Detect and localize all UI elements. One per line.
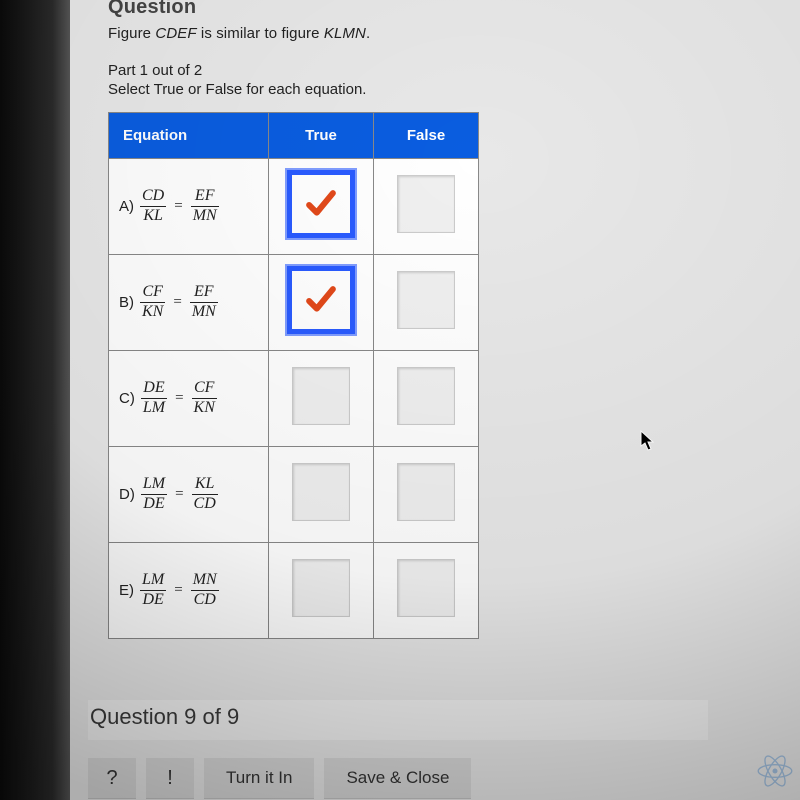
true-option[interactable] [292,559,350,617]
row-label: E) [119,582,134,599]
fraction: CFKN [192,380,217,417]
footer-buttons: ? ! Turn it In Save & Close [88,758,708,798]
false-option[interactable] [397,463,455,521]
prompt-text: Figure [108,25,155,42]
question-heading: Question [108,0,698,23]
question-counter: Question 9 of 9 [88,700,708,740]
equation-cell: A) CDKL = EFMN [109,159,269,255]
checkmark-icon [304,282,338,316]
false-option[interactable] [397,559,455,617]
fraction: MNCD [191,572,219,609]
equation-cell: D) LMDE = KLCD [109,447,269,543]
part-label: Part 1 out of 2 [108,62,698,79]
true-option[interactable] [292,175,350,233]
row-label: D) [119,486,135,503]
fraction: LMDE [140,572,166,609]
equals-sign: = [174,198,182,215]
true-cell [269,543,374,639]
false-cell [374,351,479,447]
true-cell [269,351,374,447]
row-label: A) [119,198,134,215]
fraction: LMDE [141,476,167,513]
false-cell [374,543,479,639]
true-option[interactable] [292,367,350,425]
true-cell [269,159,374,255]
table-row: B) CFKN = EFMN [109,255,479,351]
table-row: E) LMDE = MNCD [109,543,479,639]
turn-in-button[interactable]: Turn it In [204,758,314,798]
equation-cell: E) LMDE = MNCD [109,543,269,639]
prompt-text: . [366,25,370,42]
row-label: B) [119,294,134,311]
table-row: D) LMDE = KLCD [109,447,479,543]
true-cell [269,255,374,351]
true-option[interactable] [292,271,350,329]
false-option[interactable] [397,175,455,233]
true-option[interactable] [292,463,350,521]
prompt-text: is similar to figure [197,25,324,42]
fraction: EFMN [190,284,218,321]
equation-cell: B) CFKN = EFMN [109,255,269,351]
checkmark-icon [304,186,338,220]
save-close-button[interactable]: Save & Close [324,758,471,798]
col-header-false: False [374,113,479,159]
false-option[interactable] [397,367,455,425]
report-button[interactable]: ! [146,758,194,798]
mouse-cursor-icon [640,430,656,452]
false-cell [374,447,479,543]
equals-sign: = [173,294,181,311]
atom-icon [754,750,796,792]
equations-table: Equation True False A) CDKL = EFMN B) CFKN = EF… [108,112,479,639]
table-row: C) DELM = CFKN [109,351,479,447]
figure-1-name: CDEF [155,25,196,42]
equation-cell: C) DELM = CFKN [109,351,269,447]
false-cell [374,159,479,255]
fraction: CDKL [140,188,166,225]
equals-sign: = [174,582,182,599]
col-header-true: True [269,113,374,159]
figure-2-name: KLMN [324,25,366,42]
footer: Question 9 of 9 ? ! Turn it In Save & Cl… [88,700,708,798]
question-prompt: Figure CDEF is similar to figure KLMN. [108,25,698,42]
fraction: CFKN [140,284,165,321]
equals-sign: = [175,486,183,503]
row-label: C) [119,390,135,407]
help-button[interactable]: ? [88,758,136,798]
true-cell [269,447,374,543]
question-panel: Question Figure CDEF is similar to figur… [108,0,698,639]
equals-sign: = [175,390,183,407]
fraction: EFMN [191,188,219,225]
device-bezel [0,0,70,800]
false-option[interactable] [397,271,455,329]
table-row: A) CDKL = EFMN [109,159,479,255]
instruction-text: Select True or False for each equation. [108,81,698,98]
col-header-equation: Equation [109,113,269,159]
false-cell [374,255,479,351]
fraction: DELM [141,380,167,417]
fraction: KLCD [192,476,218,513]
